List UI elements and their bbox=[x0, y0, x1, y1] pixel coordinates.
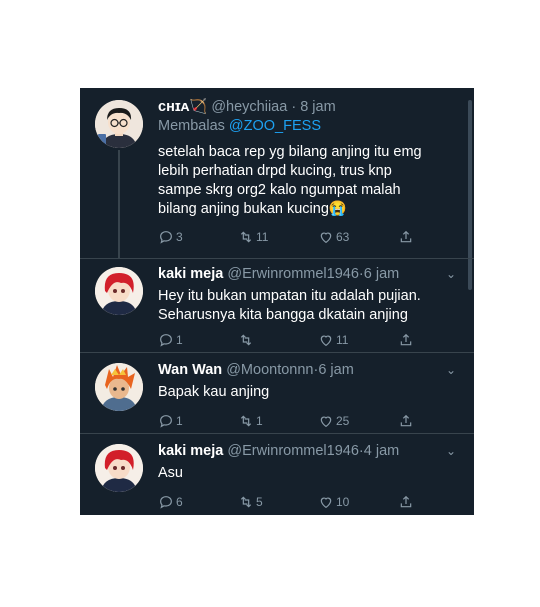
tweet[interactable]: Wan Wan @Moontonnn·6 jam ⌄ Bapak kau anj… bbox=[80, 353, 474, 433]
share-button[interactable] bbox=[398, 412, 418, 430]
chevron-down-icon[interactable]: ⌄ bbox=[446, 265, 456, 283]
like-count: 10 bbox=[336, 495, 350, 509]
chevron-down-icon[interactable]: ⌄ bbox=[446, 442, 456, 460]
timestamp[interactable]: 6 jam bbox=[318, 362, 353, 378]
retweet-icon bbox=[240, 231, 252, 243]
display-name[interactable]: ᴄʜɪᴀ bbox=[158, 99, 189, 115]
reply-count: 1 bbox=[176, 414, 183, 428]
reply-prefix: Membalas bbox=[158, 118, 225, 134]
reply-button[interactable]: 6 bbox=[158, 493, 238, 511]
tweet-text: Hey itu bukan umpatan itu adalah pujian.… bbox=[158, 288, 421, 323]
like-icon bbox=[320, 416, 332, 428]
reply-icon bbox=[160, 231, 172, 244]
retweet-button[interactable]: 11 bbox=[238, 228, 318, 246]
reply-icon bbox=[160, 496, 172, 509]
thread-line bbox=[118, 150, 120, 258]
name-emoji: 🏹 bbox=[189, 99, 208, 115]
retweet-icon bbox=[240, 334, 252, 346]
reply-count: 1 bbox=[176, 333, 183, 347]
like-icon bbox=[320, 497, 332, 509]
chevron-down-icon[interactable]: ⌄ bbox=[446, 361, 456, 379]
like-icon bbox=[320, 335, 332, 347]
tweet[interactable]: kaki meja @Erwinrommel1946·4 jam ⌄ Asu 6… bbox=[80, 434, 474, 515]
reply-count: 3 bbox=[176, 230, 183, 244]
like-count: 25 bbox=[336, 414, 350, 428]
retweet-button[interactable]: 5 bbox=[238, 493, 318, 511]
tweet-text: Bapak kau anjing bbox=[158, 384, 270, 400]
avatar[interactable] bbox=[95, 363, 143, 411]
tweet-actions: 6 5 10 bbox=[158, 493, 418, 511]
display-name[interactable]: kaki meja bbox=[158, 266, 223, 282]
share-button[interactable] bbox=[398, 493, 418, 511]
like-count: 63 bbox=[336, 230, 350, 244]
reply-icon bbox=[160, 415, 172, 428]
retweet-button[interactable]: 1 bbox=[238, 412, 318, 430]
tweet-actions: 3 11 63 bbox=[158, 228, 418, 246]
tweet-header: kaki meja @Erwinrommel1946·6 jam ⌄ bbox=[158, 265, 456, 283]
retweet-count: 11 bbox=[256, 230, 269, 244]
tweet-header: Wan Wan @Moontonnn·6 jam ⌄ bbox=[158, 361, 456, 379]
share-icon bbox=[400, 333, 412, 346]
dot-separator: · bbox=[291, 99, 297, 115]
share-icon bbox=[400, 414, 412, 427]
tweet-actions: 1 11 bbox=[158, 331, 418, 349]
reply-context: Membalas @ZOO_FESS bbox=[158, 118, 448, 134]
handle[interactable]: @Erwinrommel1946 bbox=[227, 443, 359, 459]
tweet-text: Asu bbox=[158, 465, 183, 481]
handle[interactable]: @heychiiaa bbox=[211, 99, 287, 115]
retweet-count: 5 bbox=[256, 495, 263, 509]
like-button[interactable]: 25 bbox=[318, 412, 398, 430]
tweet-header: ᴄʜɪᴀ🏹 @heychiiaa · 8 jam bbox=[158, 98, 448, 116]
retweet-icon bbox=[240, 496, 252, 508]
avatar[interactable] bbox=[95, 444, 143, 492]
like-button[interactable]: 11 bbox=[318, 331, 398, 349]
retweet-icon bbox=[240, 415, 252, 427]
reply-icon bbox=[160, 334, 172, 347]
avatar[interactable] bbox=[95, 267, 143, 315]
tweet-text: setelah baca rep yg bilang anjing itu em… bbox=[158, 144, 422, 217]
display-name[interactable]: Wan Wan bbox=[158, 362, 222, 378]
reply-button[interactable]: 1 bbox=[158, 331, 238, 349]
timestamp[interactable]: 4 jam bbox=[364, 443, 399, 459]
tweet-header: kaki meja @Erwinrommel1946·4 jam ⌄ bbox=[158, 442, 456, 460]
like-button[interactable]: 10 bbox=[318, 493, 398, 511]
reply-mention-link[interactable]: @ZOO_FESS bbox=[229, 118, 321, 134]
like-icon bbox=[320, 232, 332, 244]
tweet[interactable]: ᴄʜɪᴀ🏹 @heychiiaa · 8 jam Membalas @ZOO_F… bbox=[80, 88, 474, 258]
reply-button[interactable]: 1 bbox=[158, 412, 238, 430]
handle[interactable]: @Erwinrommel1946 bbox=[227, 266, 359, 282]
share-button[interactable] bbox=[398, 228, 418, 246]
avatar[interactable] bbox=[95, 100, 143, 148]
timestamp[interactable]: 6 jam bbox=[364, 266, 399, 282]
tweet-actions: 1 1 25 bbox=[158, 412, 418, 430]
share-button[interactable] bbox=[398, 331, 418, 349]
reply-button[interactable]: 3 bbox=[158, 228, 238, 246]
retweet-count: 1 bbox=[256, 414, 263, 428]
like-button[interactable]: 63 bbox=[318, 228, 398, 246]
retweet-button[interactable] bbox=[238, 331, 318, 349]
like-count: 11 bbox=[336, 333, 349, 347]
tweet-thread-panel: ᴄʜɪᴀ🏹 @heychiiaa · 8 jam Membalas @ZOO_F… bbox=[80, 88, 474, 515]
timestamp[interactable]: 8 jam bbox=[300, 99, 335, 115]
share-icon bbox=[400, 230, 412, 243]
share-icon bbox=[400, 495, 412, 508]
handle[interactable]: @Moontonnn bbox=[226, 362, 313, 378]
display-name[interactable]: kaki meja bbox=[158, 443, 223, 459]
tweet[interactable]: kaki meja @Erwinrommel1946·6 jam ⌄ Hey i… bbox=[80, 259, 474, 352]
reply-count: 6 bbox=[176, 495, 183, 509]
